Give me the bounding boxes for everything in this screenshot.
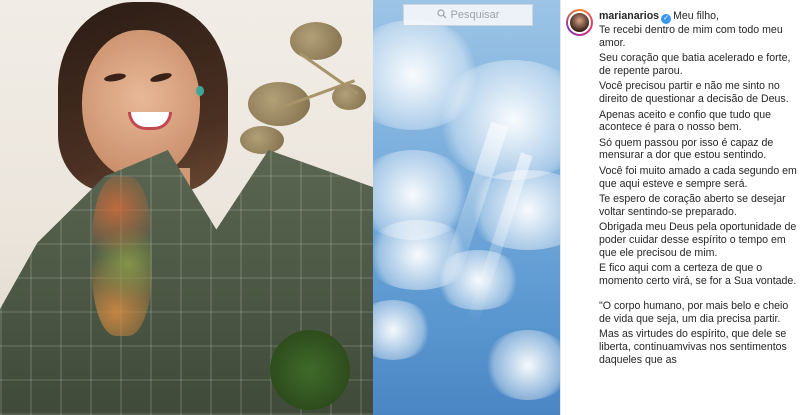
cloud (483, 330, 560, 400)
search-placeholder: Pesquisar (450, 9, 500, 21)
caption-line: Só quem passou por isso é capaz de mensu… (599, 136, 774, 162)
caption-line: Te recebi dentro de mim com todo meu amo… (599, 24, 783, 49)
plant (270, 330, 350, 410)
caption-line: Mas as virtudes do espírito, que dele se… (599, 328, 787, 366)
username-link[interactable]: marianarios (599, 10, 659, 22)
verified-badge-icon: ✓ (661, 14, 672, 24)
caption-line: Meu filho, (673, 10, 719, 22)
caption-line: Apenas aceito e confio que tudo que acon… (599, 108, 771, 134)
caption-text: marianarios ✓ Meu filho, Te recebi dentro … (599, 10, 797, 369)
caption-line: Obrigada meu Deus pela oportunidade de p… (599, 221, 797, 259)
cloud (373, 300, 433, 360)
floral-embroidery (92, 176, 152, 336)
caption-line: Seu coração que batia acelerado e forte,… (599, 52, 791, 77)
avatar[interactable] (566, 9, 593, 36)
face (82, 30, 200, 180)
caption-line: Você foi muito amado a cada segundo em q… (599, 164, 797, 190)
post-caption-panel: marianarios ✓ Meu filho, Te recebi dentro … (560, 0, 800, 415)
earring (196, 86, 204, 96)
caption-line: "O corpo humano, por mais belo e cheio d… (599, 300, 789, 325)
search-icon (436, 8, 447, 22)
caption-line: Você precisou partir e não me sinto no d… (599, 80, 789, 105)
lamp-disc (248, 82, 310, 126)
lamp-disc (240, 126, 284, 154)
caption-line: E fico aqui com a certeza de que o momen… (599, 262, 797, 287)
caption-line: Te espero de coração aberto se desejar v… (599, 193, 786, 218)
profile-photo (0, 0, 373, 415)
search-input[interactable]: Pesquisar (403, 4, 533, 26)
post-image-sky[interactable]: Pesquisar (373, 0, 560, 415)
cloud (433, 250, 523, 310)
